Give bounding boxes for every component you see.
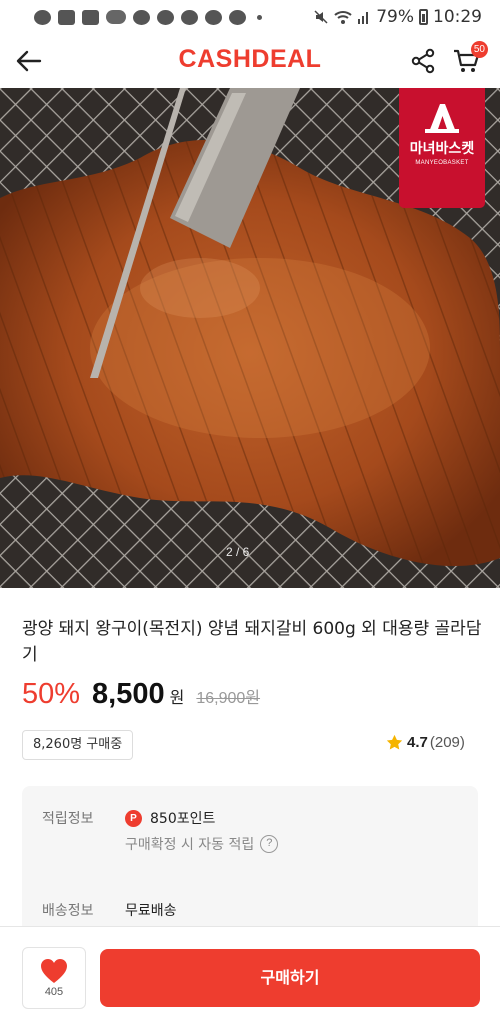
app-header: CASHDEAL 50 bbox=[0, 34, 500, 88]
points-value: 850포인트 bbox=[150, 811, 216, 827]
battery-icon bbox=[419, 9, 428, 25]
rating-score: 4.7 bbox=[407, 734, 428, 751]
notification-cup-icon bbox=[133, 9, 150, 25]
share-icon bbox=[411, 48, 435, 74]
like-button[interactable]: 405 bbox=[22, 947, 86, 1009]
like-count: 405 bbox=[44, 986, 64, 998]
brand-badge-subtitle: MANYEOBASKET bbox=[415, 160, 469, 166]
wifi-icon bbox=[334, 11, 352, 24]
witch-hat-logo-icon bbox=[425, 104, 459, 133]
points-line: P 850포인트 bbox=[125, 808, 215, 828]
reward-info-label: 적립정보 bbox=[42, 811, 94, 827]
price-row: 50% 8,500 원 16,900원 bbox=[22, 678, 260, 714]
status-bar: 79% 10:29 bbox=[0, 0, 500, 34]
purchase-count-badge: 8,260명 구매중 bbox=[22, 730, 134, 760]
more-notifications-dot-icon bbox=[257, 14, 262, 20]
notification-grid-icon bbox=[58, 9, 75, 25]
review-count: (209) bbox=[429, 734, 465, 751]
clock: 10:29 bbox=[433, 7, 482, 27]
sale-price: 8,500 bbox=[92, 678, 165, 710]
shipping-info-label: 배송정보 bbox=[42, 903, 94, 919]
mute-icon bbox=[314, 10, 328, 24]
discount-rate: 50% bbox=[22, 678, 81, 710]
notification-app-icon bbox=[205, 9, 222, 25]
brand-badge-name: 마녀바스켓 bbox=[409, 141, 475, 157]
points-note: 구매확정 시 자동 적립 ? bbox=[125, 834, 279, 854]
points-note-text: 구매확정 시 자동 적립 bbox=[125, 837, 255, 853]
bottom-action-bar: 405 구매하기 bbox=[0, 926, 500, 1028]
rating-summary[interactable]: 4.7 (209) bbox=[386, 734, 465, 751]
heart-icon bbox=[41, 959, 67, 983]
point-icon: P bbox=[125, 809, 142, 827]
arrow-left-icon bbox=[16, 50, 42, 72]
buy-button[interactable]: 구매하기 bbox=[100, 949, 480, 1007]
original-price: 16,900원 bbox=[196, 690, 261, 707]
carousel-page-indicator: 2 / 6 bbox=[226, 545, 250, 559]
notification-icons bbox=[34, 9, 313, 25]
band-app-icon bbox=[106, 10, 126, 24]
notification-app-icon bbox=[34, 9, 51, 25]
system-icons: 79% 10:29 bbox=[313, 7, 482, 27]
brand-badge: 마녀바스켓 MANYEOBASKET bbox=[399, 88, 485, 208]
notification-app-icon bbox=[181, 9, 198, 25]
shipping-value: 무료배송 bbox=[125, 903, 177, 919]
product-image-carousel[interactable]: 마녀바스켓 MANYEOBASKET 2 / 6 bbox=[0, 88, 500, 588]
share-button[interactable] bbox=[406, 44, 440, 78]
star-icon bbox=[386, 734, 403, 750]
battery-percent: 79% bbox=[376, 7, 414, 27]
notification-app-icon bbox=[229, 9, 246, 25]
help-icon[interactable]: ? bbox=[260, 835, 279, 853]
notification-app-icon bbox=[157, 9, 174, 25]
price-unit: 원 bbox=[169, 688, 185, 707]
back-button[interactable] bbox=[12, 44, 46, 78]
benefit-info-card: 적립정보 P 850포인트 구매확정 시 자동 적립 ? 배송정보 무료배송 bbox=[22, 786, 478, 946]
product-title: 광양 돼지 왕구이(목전지) 양념 돼지갈비 600g 외 대용량 골라담기 bbox=[22, 619, 482, 665]
cart-count-badge: 50 bbox=[470, 41, 488, 58]
signal-icon bbox=[358, 12, 369, 24]
notification-grid-icon bbox=[82, 9, 99, 25]
cart-button[interactable]: 50 bbox=[448, 41, 488, 78]
